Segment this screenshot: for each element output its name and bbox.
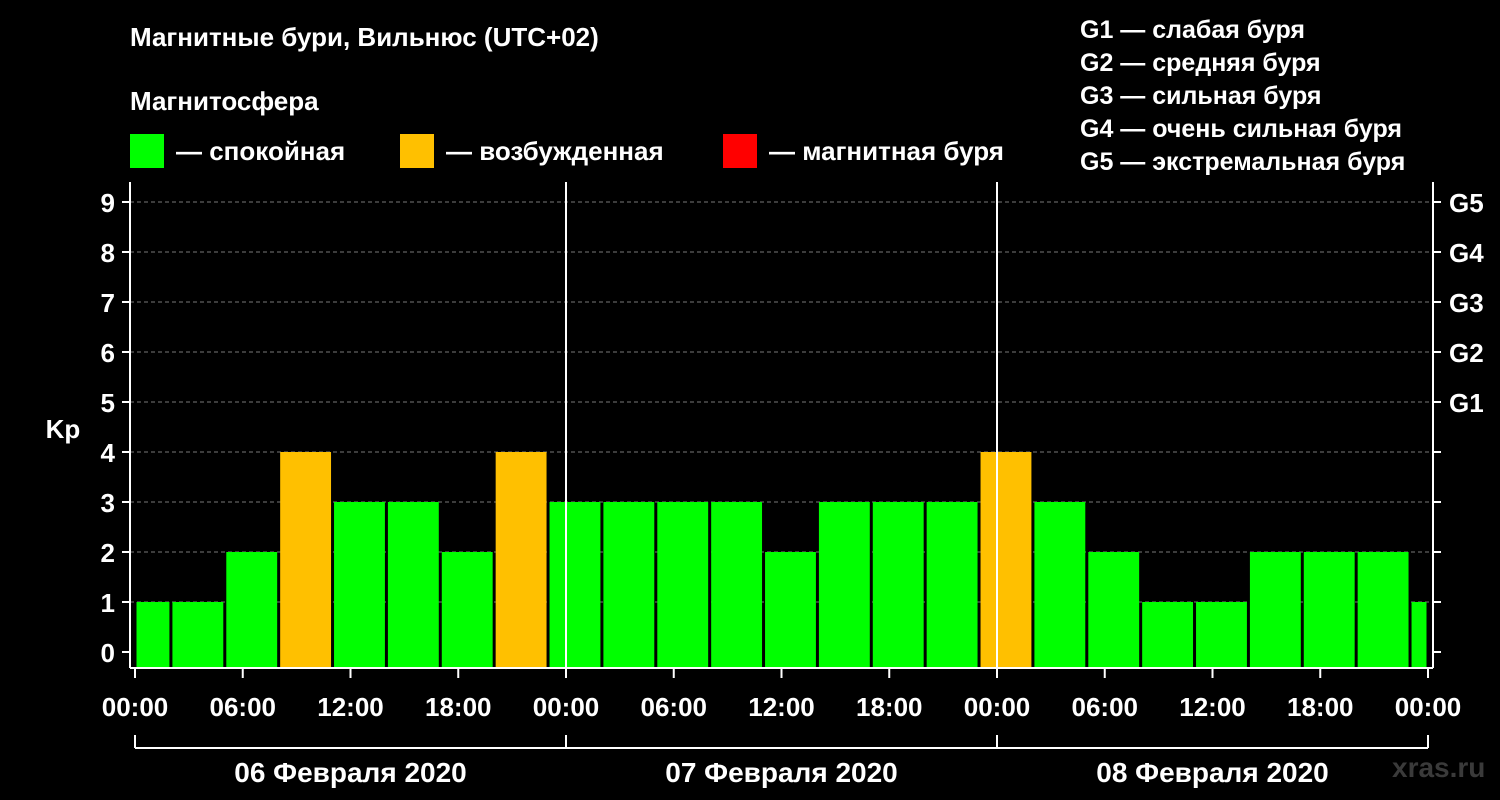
kp-bar-14 — [818, 502, 870, 668]
y-tick-label-9: 9 — [101, 188, 115, 218]
day-label-3: 08 Февраля 2020 — [1096, 757, 1328, 788]
kp-bar-7 — [441, 552, 493, 668]
y-tick-label-5: 5 — [101, 388, 115, 418]
kp-bar-19 — [1088, 552, 1140, 668]
day-label-1: 06 Февраля 2020 — [234, 757, 466, 788]
kp-bar-23 — [1303, 552, 1355, 668]
kp-bar-2 — [172, 602, 224, 668]
x-tick-label-8: 00:00 — [964, 692, 1031, 722]
x-tick-label-12: 00:00 — [1395, 692, 1462, 722]
kp-bar-10 — [603, 502, 655, 668]
kp-bar-11 — [657, 502, 709, 668]
storm-scale-label-g4: G4 — [1449, 238, 1484, 268]
kp-bar-5 — [334, 502, 385, 668]
kp-chart: 0 1 2 3 4 5 6 7 8 9 G1 G2 G3 G4 G5 Kp 00:00 06:00 12:00 18:… — [46, 182, 1484, 788]
kp-bar-4 — [280, 452, 332, 668]
storm-scale-label-g1: G1 — [1449, 388, 1484, 418]
storm-scale-label-g5: G5 — [1449, 188, 1484, 218]
y-tick-label-7: 7 — [101, 288, 115, 318]
y-tick-label-3: 3 — [101, 488, 115, 518]
y-axis-label: Kp — [46, 414, 81, 444]
x-tick-label-7: 18:00 — [856, 692, 923, 722]
x-tick-label-11: 18:00 — [1287, 692, 1354, 722]
kp-bar-3 — [226, 552, 278, 668]
x-tick-label-1: 06:00 — [210, 692, 277, 722]
y-tick-label-8: 8 — [101, 238, 115, 268]
kp-bar-25 — [1411, 602, 1427, 668]
kp-bar-24 — [1357, 552, 1409, 668]
kp-bar-21 — [1196, 602, 1247, 668]
x-tick-label-0: 00:00 — [102, 692, 169, 722]
storm-scale-label-g2: G2 — [1449, 338, 1484, 368]
storm-scale-label-g3: G3 — [1449, 288, 1484, 318]
kp-bar-6 — [387, 502, 439, 668]
kp-bar-16 — [926, 502, 978, 668]
x-tick-label-5: 06:00 — [641, 692, 708, 722]
watermark: xras.ru — [1392, 752, 1486, 783]
kp-bar-17 — [980, 452, 1032, 668]
x-tick-label-2: 12:00 — [317, 692, 384, 722]
x-tick-label-4: 00:00 — [533, 692, 600, 722]
x-tick-label-10: 12:00 — [1179, 692, 1246, 722]
kp-bar-9 — [549, 502, 601, 668]
y-tick-label-2: 2 — [101, 538, 115, 568]
x-tick-label-6: 12:00 — [748, 692, 815, 722]
kp-bar-8 — [495, 452, 547, 668]
day-label-2: 07 Февраля 2020 — [665, 757, 897, 788]
y-tick-label-6: 6 — [101, 338, 115, 368]
kp-bar-18 — [1034, 502, 1086, 668]
kp-bar-12 — [711, 502, 763, 668]
x-tick-label-3: 18:00 — [425, 692, 492, 722]
y-tick-label-4: 4 — [101, 438, 116, 468]
kp-bar-15 — [872, 502, 924, 668]
y-tick-label-0: 0 — [101, 638, 115, 668]
kp-bar-1 — [136, 602, 170, 668]
y-tick-label-1: 1 — [101, 588, 115, 618]
x-tick-label-9: 06:00 — [1072, 692, 1139, 722]
kp-bar-22 — [1249, 552, 1301, 668]
kp-bar-20 — [1142, 602, 1194, 668]
kp-bar-13 — [765, 552, 816, 668]
